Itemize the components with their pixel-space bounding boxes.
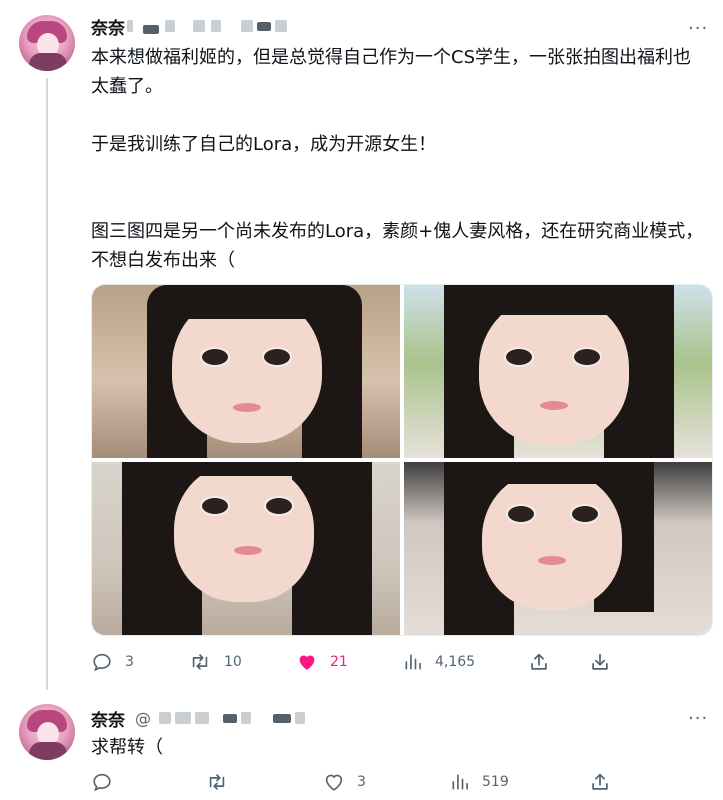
- share-icon: [592, 773, 608, 790]
- avatar-body: [29, 53, 67, 71]
- redacted-handle-part: [257, 21, 271, 31]
- tweet-paragraph: 本来想做福利姬的，但是总觉得自己作为一个CS学生，一张张拍图出福利也太蠢了。: [91, 47, 691, 97]
- views-button[interactable]: 519: [450, 771, 509, 793]
- reply-count: 3: [125, 654, 134, 670]
- more-options-icon[interactable]: ···: [688, 708, 708, 729]
- redacted-handle-part: [295, 712, 305, 724]
- photo-3[interactable]: [92, 462, 400, 635]
- share-button[interactable]: [528, 651, 550, 673]
- reply-button[interactable]: [91, 771, 125, 793]
- redacted-handle-part: [241, 712, 251, 724]
- tweet-body: 本来想做福利姬的，但是总觉得自己作为一个CS学生，一张张拍图出福利也太蠢了。 于…: [91, 43, 706, 275]
- views-button[interactable]: 4,165: [403, 651, 475, 673]
- media-grid: [91, 284, 713, 636]
- retweet-button[interactable]: [205, 771, 241, 793]
- tweet-paragraph: 图三图四是另一个尚未发布的Lora，素颜+傀人妻风格，还在研究商业模式，不想白发…: [91, 221, 704, 271]
- reply-button[interactable]: 3: [91, 651, 134, 673]
- thread-connector-line: [46, 78, 48, 690]
- redacted-handle-part: [211, 20, 221, 32]
- retweet-count: 10: [224, 654, 242, 670]
- photo-1[interactable]: [92, 285, 400, 458]
- photo-2[interactable]: [404, 285, 712, 458]
- heart-icon: [299, 655, 315, 670]
- redacted-handle-part: [275, 20, 287, 32]
- redacted-handle-part: [193, 20, 205, 32]
- redacted-handle-part: [143, 24, 159, 34]
- heart-icon: [325, 774, 343, 791]
- author-name[interactable]: 奈奈: [91, 706, 125, 731]
- reply-icon: [93, 653, 111, 672]
- retweet-icon: [209, 774, 225, 790]
- more-options-icon[interactable]: ···: [688, 18, 708, 39]
- like-count: 21: [330, 654, 348, 670]
- redacted-handle-part: [273, 713, 291, 723]
- like-button[interactable]: 21: [296, 651, 348, 673]
- retweet-button[interactable]: 10: [188, 651, 242, 673]
- tweet-header: 奈奈: [91, 12, 287, 40]
- photo-4[interactable]: [404, 462, 712, 635]
- redacted-handle-part: [165, 20, 175, 32]
- handle-at: @: [135, 708, 151, 728]
- views-icon: [452, 774, 468, 790]
- redacted-handle-part: [195, 712, 209, 724]
- redacted-handle-part: [223, 713, 237, 723]
- tweet-paragraph: 于是我训练了自己的Lora，成为开源女生！: [91, 134, 437, 155]
- tweet-header: 奈奈 @: [91, 704, 305, 732]
- redacted-handle-part: [175, 712, 191, 724]
- views-icon: [405, 654, 421, 670]
- share-button[interactable]: [589, 771, 611, 793]
- like-button[interactable]: 3: [323, 771, 366, 793]
- views-count: 519: [482, 774, 509, 790]
- share-icon: [531, 653, 547, 670]
- like-count: 3: [357, 774, 366, 790]
- author-name[interactable]: 奈奈: [91, 14, 125, 39]
- redacted-handle-part: [241, 20, 253, 32]
- retweet-icon: [192, 654, 208, 670]
- reply-icon: [93, 773, 111, 792]
- download-icon: [592, 653, 608, 670]
- download-button[interactable]: [589, 651, 611, 673]
- avatar[interactable]: [19, 704, 75, 760]
- tweet-body: 求帮转（: [91, 737, 163, 758]
- avatar[interactable]: [19, 15, 75, 71]
- redacted-handle-part: [159, 712, 171, 724]
- views-count: 4,165: [435, 654, 476, 670]
- redacted-handle-part: [127, 20, 133, 32]
- avatar-body: [29, 742, 67, 760]
